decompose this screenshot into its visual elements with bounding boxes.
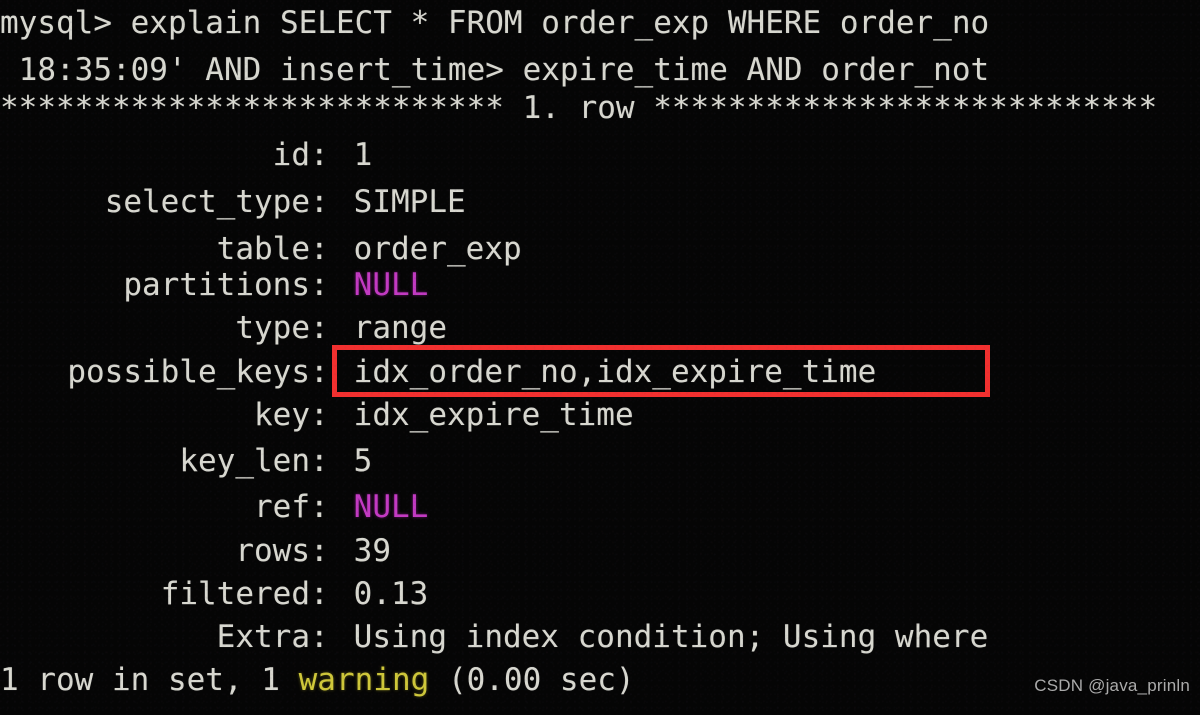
watermark-label: CSDN @java_prinln [1034, 676, 1190, 695]
explain-label-key-len: key_len [179, 443, 310, 479]
explain-value-partitions: NULL [353, 267, 429, 303]
explain-row-key: key: idx_expire_time [0, 392, 634, 439]
explain-label-rows: rows [235, 533, 310, 569]
explain-value-type: range [353, 310, 447, 346]
explain-value-select-type: SIMPLE [353, 184, 466, 220]
explain-colon: : [310, 137, 329, 173]
explain-label-extra: Extra [216, 619, 310, 655]
explain-row-extra: Extra: Using index condition; Using wher… [0, 614, 989, 661]
explain-label-select-type: select_type [104, 184, 310, 220]
explain-label-key: key [254, 397, 310, 433]
explain-row-rows: rows: 39 [0, 528, 391, 575]
status-warning-word: warning [298, 662, 430, 698]
explain-label-type: type [235, 310, 310, 346]
explain-value-key: idx_expire_time [353, 397, 634, 433]
explain-label-partitions: partitions [123, 267, 310, 303]
explain-colon: : [310, 619, 329, 655]
explain-value-filtered: 0.13 [353, 576, 429, 612]
explain-row-partitions: partitions: NULL [0, 262, 428, 309]
result-row-divider: *************************** 1. row *****… [0, 90, 1158, 126]
explain-row-key-len: key_len: 5 [0, 438, 372, 485]
explain-colon: : [310, 397, 329, 433]
explain-row-ref: ref: NULL [0, 484, 428, 531]
terminal-status-line: 1 row in set, 1 warning (0.00 sec) [0, 657, 635, 704]
explain-colon: : [310, 310, 329, 346]
explain-row-filtered: filtered: 0.13 [0, 571, 429, 618]
explain-label-filtered: filtered [160, 576, 310, 612]
terminal-window[interactable]: mysql> explain SELECT * FROM order_exp W… [0, 0, 1200, 715]
terminal-prompt-line: mysql> explain SELECT * FROM order_exp W… [0, 5, 990, 41]
explain-colon: : [310, 267, 329, 303]
explain-value-rows: 39 [353, 533, 391, 569]
explain-colon: : [310, 443, 329, 479]
explain-colon: : [310, 184, 329, 220]
explain-label-ref: ref [254, 489, 310, 525]
explain-row-type: type: range [0, 305, 447, 352]
explain-value-ref: NULL [353, 489, 429, 525]
explain-colon: : [310, 354, 329, 390]
explain-colon: : [310, 533, 329, 569]
explain-colon: : [310, 489, 329, 525]
explain-value-possible-keys: idx_order_no,idx_expire_time [353, 354, 877, 390]
explain-value-key-len: 5 [353, 443, 373, 479]
explain-row-select-type: select_type: SIMPLE [0, 179, 466, 226]
explain-value-id: 1 [353, 137, 373, 173]
explain-label-id: id [272, 137, 310, 173]
explain-row-id: id: 1 [0, 132, 373, 179]
explain-value-extra: Using index condition; Using where [353, 619, 989, 655]
explain-row-possible-keys: possible_keys: idx_order_no,idx_expire_t… [0, 349, 876, 396]
status-prefix: 1 row in set, 1 [0, 662, 299, 698]
status-suffix: (0.00 sec) [429, 662, 635, 698]
explain-colon: : [310, 576, 329, 612]
explain-label-possible-keys: possible_keys [67, 354, 310, 390]
